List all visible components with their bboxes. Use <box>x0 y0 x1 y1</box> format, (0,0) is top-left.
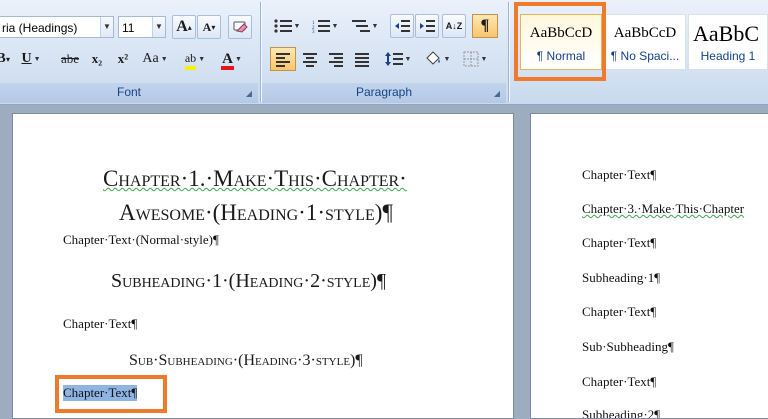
clear-formatting-button[interactable] <box>228 15 252 39</box>
italic-button[interactable]: ▾ <box>2 47 14 71</box>
page2-line: Chapter·Text¶ <box>582 167 657 182</box>
numbering-button[interactable]: 1 2 3 ▼ <box>308 14 342 38</box>
numbering-icon: 123 <box>312 20 330 33</box>
document-canvas: Chapter·1.·Make·This·Chapter· Awesome·(H… <box>0 105 768 419</box>
paint-bucket-icon <box>425 51 440 65</box>
ribbon-divider <box>260 2 261 102</box>
sort-button[interactable]: A↓Z <box>442 14 466 38</box>
page2-line: Sub·Subheading¶ <box>582 339 674 354</box>
font-color-icon: A <box>221 50 234 70</box>
strikethrough-button[interactable]: abe <box>56 47 84 71</box>
shrink-font-icon: A <box>202 19 212 34</box>
decrease-indent-icon <box>395 20 410 32</box>
font-name-value: ria (Headings) <box>2 21 78 35</box>
underline-icon: U <box>21 51 32 66</box>
line-spacing-button[interactable]: ▼ <box>382 47 414 71</box>
increase-indent-button[interactable] <box>415 14 439 38</box>
justify-button[interactable] <box>350 47 374 71</box>
chevron-down-icon[interactable]: ▼ <box>100 17 113 37</box>
decrease-indent-button[interactable] <box>390 14 414 38</box>
justify-icon <box>355 53 369 67</box>
paragraph-group: ▼ 1 2 3 ▼ ▼ A↓Z ¶ ▼ ▼ ▼ Paragraph ◢ <box>262 0 506 103</box>
subscript-icon: x₂ <box>91 51 103 66</box>
page2-line: Chapter·3.·Make·This·Chapter <box>582 201 745 216</box>
highlight-glyph: ab <box>184 51 197 65</box>
borders-button[interactable]: ▼ <box>458 47 492 71</box>
align-center-button[interactable] <box>298 47 322 71</box>
paragraph-group-label: Paragraph <box>355 85 413 99</box>
eraser-icon <box>233 21 248 33</box>
chapter-text: Chapter·Text¶ <box>63 316 138 331</box>
grow-font-button[interactable]: A ▴ <box>172 15 196 39</box>
style-tile-heading-1[interactable]: AaBbC Heading 1 <box>688 14 768 70</box>
style-name: Heading 1 <box>700 49 756 63</box>
align-right-icon <box>329 53 343 67</box>
dialog-launcher-icon[interactable]: ◢ <box>246 89 252 98</box>
bullets-button[interactable]: ▼ <box>270 14 304 38</box>
ribbon-divider <box>508 2 509 102</box>
font-group: ria (Headings) ▼ 11 ▼ A ▴ A ▾ B ▾ U ▼ abe x… <box>0 0 258 103</box>
page2-line: Subheading·2¶ <box>582 407 661 419</box>
font-size-combobox[interactable]: 11 ▼ <box>118 16 166 38</box>
ribbon: ria (Headings) ▼ 11 ▼ A ▴ A ▾ B ▾ U ▼ abe x… <box>0 0 768 105</box>
heading-2-text: Subheading·1·(Heading·2·style)¶ <box>111 270 387 292</box>
font-color-button[interactable]: A ▼ <box>216 47 248 71</box>
change-case-icon: Aa <box>142 51 159 66</box>
show-marks-button[interactable]: ¶ <box>472 14 498 38</box>
heading-3-text: Sub·Subheading·(Heading·3·style)¶ <box>129 352 363 369</box>
font-group-label: Font <box>116 85 141 99</box>
font-color-glyph: A <box>222 50 233 67</box>
style-tile-no-spacing[interactable]: AaBbCcD ¶ No Spaci... <box>604 14 686 70</box>
document-page-2[interactable]: Chapter·Text¶ Chapter·3.·Make·This·Chapt… <box>530 113 768 419</box>
align-right-button[interactable] <box>324 47 348 71</box>
normal-style-highlight <box>514 2 606 81</box>
multilevel-list-button[interactable]: ▼ <box>348 14 382 38</box>
font-size-value: 11 <box>122 21 135 35</box>
pilcrow-icon: ¶ <box>480 17 490 34</box>
page2-line: Chapter·Text¶ <box>582 235 657 250</box>
shading-button[interactable]: ▼ <box>420 47 454 71</box>
grow-font-icon: A <box>176 18 188 35</box>
superscript-icon: x² <box>117 51 129 66</box>
highlighter-icon: ab <box>184 51 197 70</box>
change-case-button[interactable]: Aa ▼ <box>140 47 170 71</box>
normal-style-text: Chapter·Text·(Normal·style)¶ <box>63 232 219 247</box>
underline-button[interactable]: U ▼ <box>18 47 44 71</box>
superscript-button[interactable]: x² <box>112 47 134 71</box>
sort-icon: A↓Z <box>445 21 463 31</box>
page2-line: Chapter·Text¶ <box>582 374 657 389</box>
heading-1-line-1: Chapter·1.·Make·This·Chapter· <box>103 166 407 191</box>
chevron-down-icon[interactable]: ▼ <box>152 17 165 37</box>
style-sample: AaBbC <box>693 21 759 46</box>
subscript-button[interactable]: x₂ <box>86 47 108 71</box>
selected-text-highlight <box>55 375 167 413</box>
increase-indent-icon <box>420 20 435 32</box>
bullets-icon <box>273 19 292 33</box>
heading-1-line-2: Awesome·(Heading·1·style)¶ <box>119 200 393 225</box>
document-page-1[interactable]: Chapter·1.·Make·This·Chapter· Awesome·(H… <box>12 113 514 419</box>
font-name-combobox[interactable]: ria (Headings) ▼ <box>0 16 114 38</box>
style-sample: AaBbCcD <box>613 25 677 41</box>
borders-icon <box>463 51 479 67</box>
multilevel-list-icon <box>351 20 370 32</box>
svg-text:3: 3 <box>312 30 315 33</box>
dialog-launcher-icon[interactable]: ◢ <box>494 89 500 98</box>
strikethrough-icon: abe <box>60 51 80 66</box>
page2-line: Subheading·1¶ <box>582 270 661 285</box>
align-center-icon <box>303 53 317 67</box>
align-left-icon <box>276 53 290 67</box>
page2-line: Chapter·Text¶ <box>582 304 657 319</box>
align-left-button[interactable] <box>270 47 296 71</box>
highlight-button[interactable]: ab ▼ <box>178 47 212 71</box>
shrink-font-button[interactable]: A ▾ <box>197 15 221 39</box>
line-spacing-icon <box>384 52 403 66</box>
style-name: ¶ No Spaci... <box>610 49 680 63</box>
